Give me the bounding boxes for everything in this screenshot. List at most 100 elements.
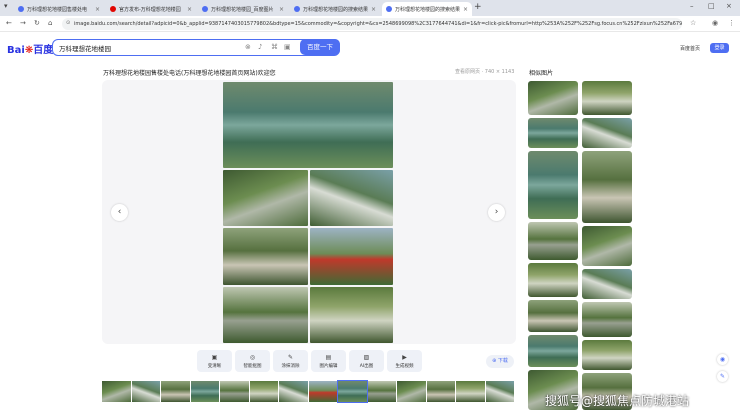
eraser-icon: ✎: [287, 353, 294, 361]
baidu-home-link[interactable]: 百度首页: [680, 45, 700, 52]
thumbnail[interactable]: [131, 381, 160, 402]
feedback-icon[interactable]: ◉: [717, 354, 728, 365]
baidu-favicon-icon: [294, 6, 300, 12]
baidu-favicon-icon: [202, 6, 208, 12]
close-tab-icon[interactable]: ×: [463, 6, 468, 13]
tab-title: 官方发布-万科理想花地楼园: [119, 6, 181, 13]
tab-title: 万科理想花地楼园_百度图片: [211, 6, 274, 13]
thumbnail[interactable]: [485, 381, 514, 402]
baidu-favicon-icon: [18, 6, 24, 12]
edit-icon: ▤: [325, 353, 332, 361]
image-title: 万科理想花地楼园售楼处电话(万科理想花地楼园首页网站)欢迎您: [103, 70, 276, 77]
thumbnail[interactable]: [102, 381, 131, 402]
similar-image[interactable]: [582, 151, 632, 223]
similar-image[interactable]: [582, 118, 632, 148]
tool-label: AI出图: [359, 363, 374, 369]
close-tab-icon[interactable]: ×: [279, 6, 284, 13]
browser-tab[interactable]: 万科理想花地楼园的搜索结果 ×: [290, 2, 380, 16]
collage-photo-bridge: [310, 228, 393, 285]
search-input[interactable]: 万科理想花地楼园: [59, 43, 111, 53]
thumbnail[interactable]: [397, 381, 426, 402]
attach-icon[interactable]: ⌘: [271, 43, 278, 51]
home-icon[interactable]: ⌂: [48, 19, 52, 27]
close-window-icon[interactable]: ×: [726, 2, 732, 10]
camera-icon[interactable]: ▣: [284, 43, 291, 51]
tab-title: 万科理想花地楼园售楼处电: [27, 6, 88, 13]
thumbnail-strip: [102, 380, 514, 403]
smart-cutout-button[interactable]: ◎ 智能抠图: [235, 350, 270, 372]
enhance-button[interactable]: ▣ 变清晰: [197, 350, 232, 372]
image-meta[interactable]: 查看原网页 · 740 × 1143: [455, 68, 514, 75]
thumbnail[interactable]: [190, 381, 219, 402]
browser-tab-active[interactable]: 万科理想花地楼园的搜索结果 ×: [382, 2, 472, 16]
clear-icon[interactable]: ⊗: [245, 43, 251, 51]
erase-button[interactable]: ✎ 涂抹消除: [273, 350, 308, 372]
browser-tab[interactable]: 万科理想花地楼园_百度图片 ×: [198, 2, 288, 16]
collage-photo-path: [223, 228, 308, 285]
search-button[interactable]: 百度一下: [300, 39, 340, 55]
video-icon: ▶: [402, 353, 407, 361]
similar-images-title: 相似图片: [529, 70, 554, 77]
edit-note-icon[interactable]: ✎: [717, 371, 728, 382]
microphone-icon[interactable]: ♪: [258, 43, 262, 51]
close-tab-icon[interactable]: ×: [95, 6, 100, 13]
reload-icon[interactable]: ↻: [34, 19, 40, 27]
download-button[interactable]: ⊕ 下载: [486, 355, 514, 368]
thumbnail-selected[interactable]: [337, 380, 368, 403]
similar-image[interactable]: [582, 269, 632, 299]
tab-title: 万科理想花地楼园的搜索结果: [395, 6, 461, 13]
watermark: 搜狐号@搜狐焦点防城港站: [545, 394, 690, 408]
browser-tab[interactable]: 官方发布-万科理想花地楼园 ×: [106, 2, 196, 16]
similar-image[interactable]: [528, 335, 578, 367]
similar-image[interactable]: [582, 81, 632, 115]
login-button[interactable]: 登录: [710, 43, 729, 53]
collage-photo-trail: [223, 170, 308, 226]
close-tab-icon[interactable]: ×: [371, 6, 376, 13]
similar-image[interactable]: [528, 263, 578, 297]
ai-image-icon: ▨: [363, 353, 370, 361]
similar-image[interactable]: [528, 151, 578, 219]
thumbnail[interactable]: [426, 381, 455, 402]
minimize-icon[interactable]: –: [690, 2, 694, 10]
collage-photo-walkway: [310, 170, 393, 226]
thumbnail[interactable]: [456, 381, 485, 402]
tab-search-icon[interactable]: ▾: [4, 2, 8, 10]
new-tab-button[interactable]: +: [474, 2, 482, 12]
similar-image[interactable]: [528, 118, 578, 148]
thumbnail[interactable]: [367, 381, 396, 402]
menu-icon[interactable]: ⋮: [728, 19, 735, 27]
similar-image[interactable]: [528, 222, 578, 260]
similar-image[interactable]: [582, 302, 632, 337]
thumbnail[interactable]: [161, 381, 190, 402]
url-field[interactable]: image.baidu.com/search/detail?adpicid=0&…: [62, 18, 682, 30]
similar-image[interactable]: [528, 81, 578, 115]
thumbnail[interactable]: [249, 381, 278, 402]
generate-video-button[interactable]: ▶ 生成视频: [387, 350, 422, 372]
tool-label: 图片编辑: [319, 363, 338, 369]
baidu-logo[interactable]: Bai❋百度: [7, 41, 53, 56]
baidu-favicon-icon: [386, 6, 392, 12]
similar-image[interactable]: [528, 300, 578, 332]
thumbnail[interactable]: [308, 381, 337, 402]
previous-image-button[interactable]: ‹: [111, 204, 128, 221]
ai-image-button[interactable]: ▨ AI出图: [349, 350, 384, 372]
tab-title: 万科理想花地楼园的搜索结果: [303, 6, 369, 13]
next-image-button[interactable]: ›: [488, 204, 505, 221]
similar-image[interactable]: [582, 340, 632, 370]
collage-photo-pavilion: [223, 287, 308, 343]
back-icon[interactable]: ←: [6, 19, 12, 27]
collage-photo-garden: [310, 287, 393, 343]
thumbnail[interactable]: [220, 381, 249, 402]
logo-text-bai: Bai: [7, 45, 25, 56]
close-tab-icon[interactable]: ×: [187, 6, 192, 13]
thumbnail[interactable]: [279, 381, 308, 402]
browser-tab[interactable]: 万科理想花地楼园售楼处电 ×: [14, 2, 104, 16]
maximize-icon[interactable]: □: [708, 2, 715, 10]
star-icon[interactable]: ☆: [690, 19, 696, 27]
site-info-icon[interactable]: ⊙: [66, 20, 70, 26]
forward-icon[interactable]: →: [20, 19, 26, 27]
image-edit-button[interactable]: ▤ 图片编辑: [311, 350, 346, 372]
collage-photo-lake: [223, 82, 393, 168]
similar-image[interactable]: [582, 226, 632, 266]
profile-icon[interactable]: ◉: [712, 19, 718, 27]
